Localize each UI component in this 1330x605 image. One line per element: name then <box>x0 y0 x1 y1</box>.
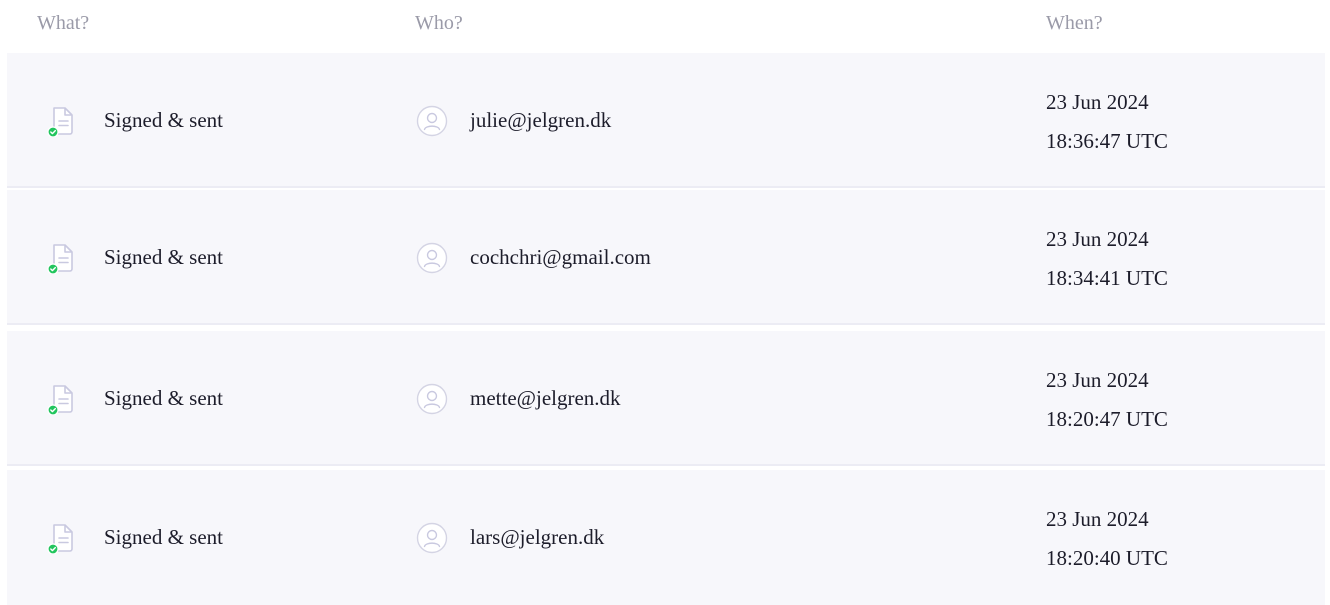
event-time: 18:34:41 UTC <box>1046 266 1168 290</box>
table-row: Signed & sent cochchri@gmail.com 23 Jun … <box>7 190 1325 325</box>
activity-log-table: What? Who? When? Signed & sent julie@jel… <box>0 0 1330 605</box>
document-signed-icon <box>47 385 73 415</box>
user-email: mette@jelgren.dk <box>470 386 621 410</box>
event-time: 18:20:40 UTC <box>1046 546 1168 570</box>
table-row: Signed & sent lars@jelgren.dk 23 Jun 202… <box>7 470 1325 605</box>
table-row: Signed & sent mette@jelgren.dk 23 Jun 20… <box>7 331 1325 466</box>
event-date: 23 Jun 2024 <box>1046 227 1149 251</box>
event-time: 18:20:47 UTC <box>1046 407 1168 431</box>
table-row: Signed & sent julie@jelgren.dk 23 Jun 20… <box>7 53 1325 188</box>
event-time: 18:36:47 UTC <box>1046 129 1168 153</box>
user-circle-icon <box>416 242 448 274</box>
user-email: cochchri@gmail.com <box>470 245 651 269</box>
row-divider <box>7 323 1325 325</box>
event-date: 23 Jun 2024 <box>1046 90 1149 114</box>
document-signed-icon <box>47 524 73 554</box>
user-circle-icon <box>416 105 448 137</box>
table-header: What? Who? When? <box>0 0 1330 53</box>
user-circle-icon <box>416 383 448 415</box>
event-date: 23 Jun 2024 <box>1046 368 1149 392</box>
document-signed-icon <box>47 107 73 137</box>
column-header-what: What? <box>37 12 90 34</box>
column-header-when: When? <box>1046 12 1103 34</box>
action-label: Signed & sent <box>104 525 223 549</box>
user-email: julie@jelgren.dk <box>470 108 612 132</box>
user-email: lars@jelgren.dk <box>470 525 605 549</box>
event-date: 23 Jun 2024 <box>1046 507 1149 531</box>
row-divider <box>7 186 1325 188</box>
user-circle-icon <box>416 522 448 554</box>
action-label: Signed & sent <box>104 386 223 410</box>
column-header-who: Who? <box>415 12 463 34</box>
action-label: Signed & sent <box>104 108 223 132</box>
action-label: Signed & sent <box>104 245 223 269</box>
document-signed-icon <box>47 244 73 274</box>
row-divider <box>7 464 1325 466</box>
